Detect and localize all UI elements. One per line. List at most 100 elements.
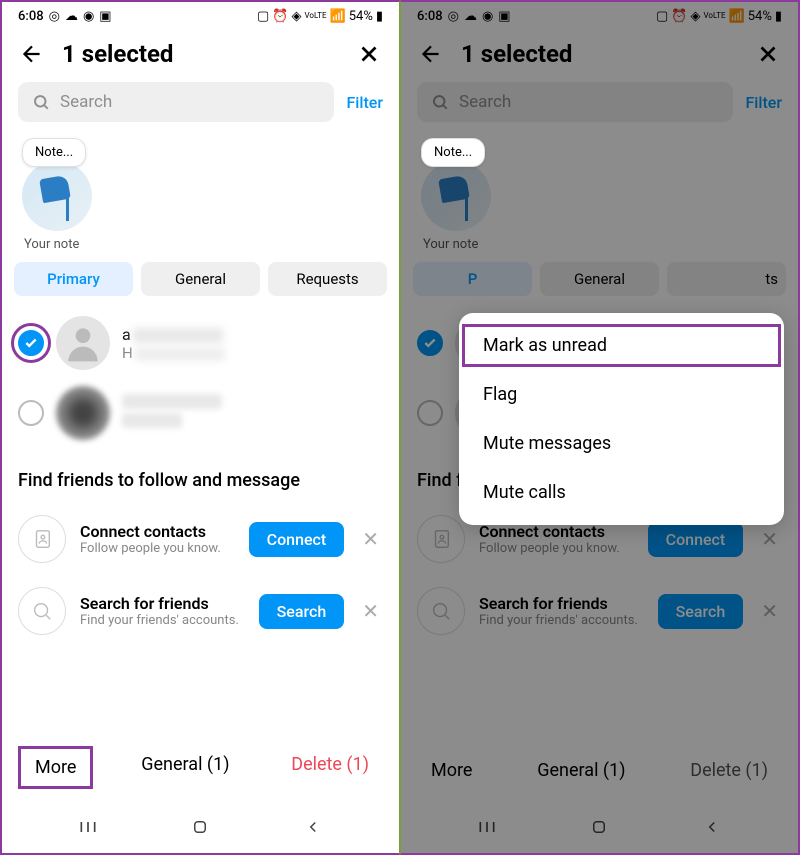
nav-recent[interactable] bbox=[73, 812, 103, 842]
search-input[interactable]: Search bbox=[18, 82, 334, 122]
tab-requests[interactable]: Requests bbox=[268, 262, 387, 296]
conversation-text: a H bbox=[122, 325, 383, 362]
connect-title: Connect contacts bbox=[80, 522, 235, 541]
conversation-row[interactable]: a H bbox=[2, 308, 399, 378]
instagram-icon: ◉ bbox=[482, 9, 493, 24]
nav-back[interactable] bbox=[298, 812, 328, 842]
connect-subtitle: Follow people you know. bbox=[479, 541, 634, 556]
note-label: Your note bbox=[423, 237, 778, 252]
bottom-action-bar: More General (1) Delete (1) bbox=[2, 734, 399, 801]
filter-button[interactable]: Filter bbox=[346, 93, 383, 112]
connect-contacts-suggestion: Connect contacts Follow people you know.… bbox=[2, 503, 399, 575]
note-bubble[interactable]: Note... bbox=[22, 138, 86, 167]
search-friends-button[interactable]: Search bbox=[259, 594, 345, 629]
inbox-tabs: Primary General Requests bbox=[2, 256, 399, 304]
conversation-avatar bbox=[56, 386, 110, 440]
phone-screenshot-right: 6:08 ◎ ☁ ◉ ▣ ▢ ⏰ ◈ VoLTE 📶 54% ▮ 1 selec… bbox=[400, 0, 800, 855]
popup-flag[interactable]: Flag bbox=[459, 370, 784, 419]
search-input[interactable]: Search bbox=[417, 82, 733, 122]
general-button[interactable]: General (1) bbox=[127, 746, 243, 789]
inbox-tabs: P General ts bbox=[401, 256, 798, 304]
close-button[interactable] bbox=[754, 40, 782, 68]
more-options-popup: Mark as unread Flag Mute messages Mute c… bbox=[459, 313, 784, 525]
back-button[interactable] bbox=[417, 40, 445, 68]
phone-screenshot-left: 6:08 ◎ ☁ ◉ ▣ ▢ ⏰ ◈ VoLTE 📶 54% ▮ 1 selec… bbox=[0, 0, 400, 855]
nav-recent[interactable] bbox=[472, 812, 502, 842]
popup-mute-calls[interactable]: Mute calls bbox=[459, 468, 784, 517]
find-friends-header: Find friends to follow and message bbox=[2, 452, 399, 503]
note-label: Your note bbox=[24, 237, 379, 252]
conversation-avatar bbox=[56, 316, 110, 370]
dismiss-search[interactable]: ✕ bbox=[358, 599, 383, 623]
nav-home[interactable] bbox=[584, 812, 614, 842]
conversation-checkbox[interactable] bbox=[417, 400, 443, 426]
note-bubble[interactable]: Note... bbox=[421, 138, 485, 167]
search-friends-suggestion: Search for friends Find your friends' ac… bbox=[401, 575, 798, 647]
back-button[interactable] bbox=[18, 40, 46, 68]
selection-header: 1 selected bbox=[2, 30, 399, 78]
alarm-icon: ⏰ bbox=[671, 9, 687, 24]
nfc-icon: ▢ bbox=[257, 9, 269, 24]
search-placeholder: Search bbox=[60, 92, 112, 112]
filter-button[interactable]: Filter bbox=[745, 93, 782, 112]
popup-mark-unread[interactable]: Mark as unread bbox=[459, 321, 784, 370]
selection-header: 1 selected bbox=[401, 30, 798, 78]
delete-button[interactable]: Delete (1) bbox=[277, 746, 383, 789]
more-button[interactable]: More bbox=[417, 752, 486, 789]
search-friends-title: Search for friends bbox=[80, 594, 245, 613]
tab-general[interactable]: General bbox=[141, 262, 260, 296]
signal-icon: 📶 bbox=[729, 9, 745, 24]
conversation-checkbox[interactable] bbox=[18, 330, 44, 356]
contacts-icon bbox=[18, 515, 66, 563]
nfc-icon: ▢ bbox=[656, 9, 668, 24]
battery-percent: 54% bbox=[748, 9, 772, 24]
conversation-checkbox[interactable] bbox=[417, 330, 443, 356]
status-bar: 6:08 ◎ ☁ ◉ ▣ ▢ ⏰ ◈ VoLTE 📶 54% ▮ bbox=[2, 2, 399, 30]
conversation-row[interactable] bbox=[2, 378, 399, 448]
tab-general[interactable]: General bbox=[540, 262, 659, 296]
search-row: Search Filter bbox=[2, 78, 399, 130]
your-note-avatar[interactable] bbox=[22, 161, 92, 231]
tab-primary[interactable]: Primary bbox=[14, 262, 133, 296]
dismiss-connect[interactable]: ✕ bbox=[358, 527, 383, 551]
notes-section: Note... Your note bbox=[2, 130, 399, 256]
contacts-icon bbox=[417, 515, 465, 563]
connect-button[interactable]: Connect bbox=[648, 522, 744, 557]
bottom-action-bar: More General (1) Delete (1) bbox=[401, 740, 798, 801]
header-title: 1 selected bbox=[62, 40, 339, 68]
volte-icon: VoLTE bbox=[703, 12, 725, 20]
conversation-name-blurred bbox=[122, 394, 222, 409]
tab-primary[interactable]: P bbox=[413, 262, 532, 296]
avatar-image bbox=[37, 171, 77, 221]
wifi-icon: ◈ bbox=[690, 9, 700, 24]
connect-button[interactable]: Connect bbox=[249, 522, 345, 557]
header-title: 1 selected bbox=[461, 40, 738, 68]
conversation-text bbox=[122, 394, 383, 432]
delete-button[interactable]: Delete (1) bbox=[676, 752, 782, 789]
search-friends-suggestion: Search for friends Find your friends' ac… bbox=[2, 575, 399, 647]
general-button[interactable]: General (1) bbox=[523, 752, 639, 789]
battery-percent: 54% bbox=[349, 9, 373, 24]
close-button[interactable] bbox=[355, 40, 383, 68]
connect-subtitle: Follow people you know. bbox=[80, 541, 235, 556]
conversation-name: a bbox=[122, 325, 383, 344]
nav-back[interactable] bbox=[697, 812, 727, 842]
wifi-icon: ◈ bbox=[291, 9, 301, 24]
search-friends-icon bbox=[18, 587, 66, 635]
dismiss-search[interactable]: ✕ bbox=[757, 599, 782, 623]
conversation-message: H bbox=[122, 344, 383, 362]
popup-mute-messages[interactable]: Mute messages bbox=[459, 419, 784, 468]
your-note-avatar[interactable] bbox=[421, 161, 491, 231]
nav-home[interactable] bbox=[185, 812, 215, 842]
search-friends-icon bbox=[417, 587, 465, 635]
whatsapp-icon: ◎ bbox=[448, 9, 459, 24]
tab-requests[interactable]: ts bbox=[667, 262, 786, 296]
instagram-icon: ◉ bbox=[83, 9, 94, 24]
dismiss-connect[interactable]: ✕ bbox=[757, 527, 782, 551]
search-friends-button[interactable]: Search bbox=[658, 594, 744, 629]
search-row: Search Filter bbox=[401, 78, 798, 130]
volte-icon: VoLTE bbox=[304, 12, 326, 20]
more-button[interactable]: More bbox=[18, 746, 93, 789]
conversation-checkbox[interactable] bbox=[18, 400, 44, 426]
status-bar: 6:08 ◎ ☁ ◉ ▣ ▢ ⏰ ◈ VoLTE 📶 54% ▮ bbox=[401, 2, 798, 30]
